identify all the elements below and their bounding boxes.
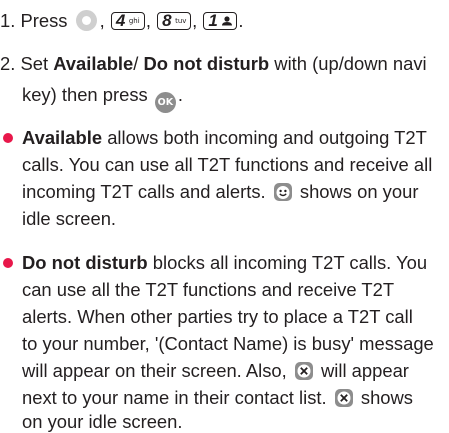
bullet2-text: will appear: [321, 360, 409, 381]
step2-pre: 2. Set: [0, 53, 49, 74]
key-1-voicemail-icon: 1: [203, 11, 238, 30]
separator: ,: [192, 10, 198, 31]
bullet2-line1: Do not disturb blocks all incoming T2T c…: [22, 252, 427, 274]
bullet-dot: [3, 258, 13, 268]
bullet1-title: Available: [22, 127, 103, 148]
step1-end: .: [238, 10, 244, 31]
step2-dnd-option: Do not disturb: [143, 53, 270, 74]
key-4-icon: 4 ghi: [110, 11, 145, 30]
step2-line1: 2. Set Available/ Do not disturb with (u…: [0, 53, 427, 75]
step2-line2-text: key) then press: [22, 84, 148, 105]
bullet2-text: blocks all incoming T2T calls. You: [152, 252, 428, 273]
bullet2-text: shows: [360, 387, 414, 408]
step2-line2: key) then press OK.: [22, 84, 183, 113]
step2-post: with (up/down navi: [274, 53, 427, 74]
step2-slash: /: [133, 53, 139, 74]
navigation-center-key-icon: [75, 10, 97, 31]
available-status-icon: [273, 182, 293, 202]
ok-key-icon: OK: [154, 92, 176, 113]
bullet2-line7: on your idle screen.: [22, 411, 183, 432]
bullet2-title: Do not disturb: [22, 252, 148, 273]
bullet-dot: [3, 133, 13, 143]
bullet1-line4: idle screen.: [22, 208, 117, 229]
step2-available-option: Available: [53, 53, 134, 74]
bullet2-text: will appear on their screen. Also,: [22, 360, 287, 381]
bullet1-text: incoming T2T calls and alerts.: [22, 181, 266, 202]
step1-line: 1. Press , 4 ghi, 8 tuv, 1.: [0, 10, 243, 32]
busy-status-icon: [294, 361, 314, 381]
bullet1-line1: Available allows both incoming and outgo…: [22, 127, 427, 149]
bullet1-text: shows on your: [299, 181, 419, 202]
key-8-icon: 8 tuv: [157, 11, 192, 30]
bullet2-line2: can use all the T2T functions and receiv…: [22, 279, 395, 300]
separator: ,: [99, 10, 105, 31]
bullet2-line6: next to your name in their contact list.…: [22, 387, 413, 409]
bullet1-line3: incoming T2T calls and alerts. shows on …: [22, 181, 418, 203]
step2-end: .: [177, 84, 183, 105]
bullet2-line4: to your number, '(Contact Name) is busy'…: [22, 333, 434, 354]
busy-status-icon: [334, 388, 354, 408]
separator: ,: [145, 10, 151, 31]
bullet2-line3: alerts. When other parties try to place …: [22, 306, 413, 327]
bullet2-text: next to your name in their contact list.: [22, 387, 327, 408]
bullet1-line2: calls. You can use all T2T functions and…: [22, 154, 433, 175]
bullet2-line5: will appear on their screen. Also, will …: [22, 360, 409, 382]
step1-prefix: 1. Press: [0, 10, 68, 31]
bullet1-text: allows both incoming and outgoing T2T: [107, 127, 427, 148]
